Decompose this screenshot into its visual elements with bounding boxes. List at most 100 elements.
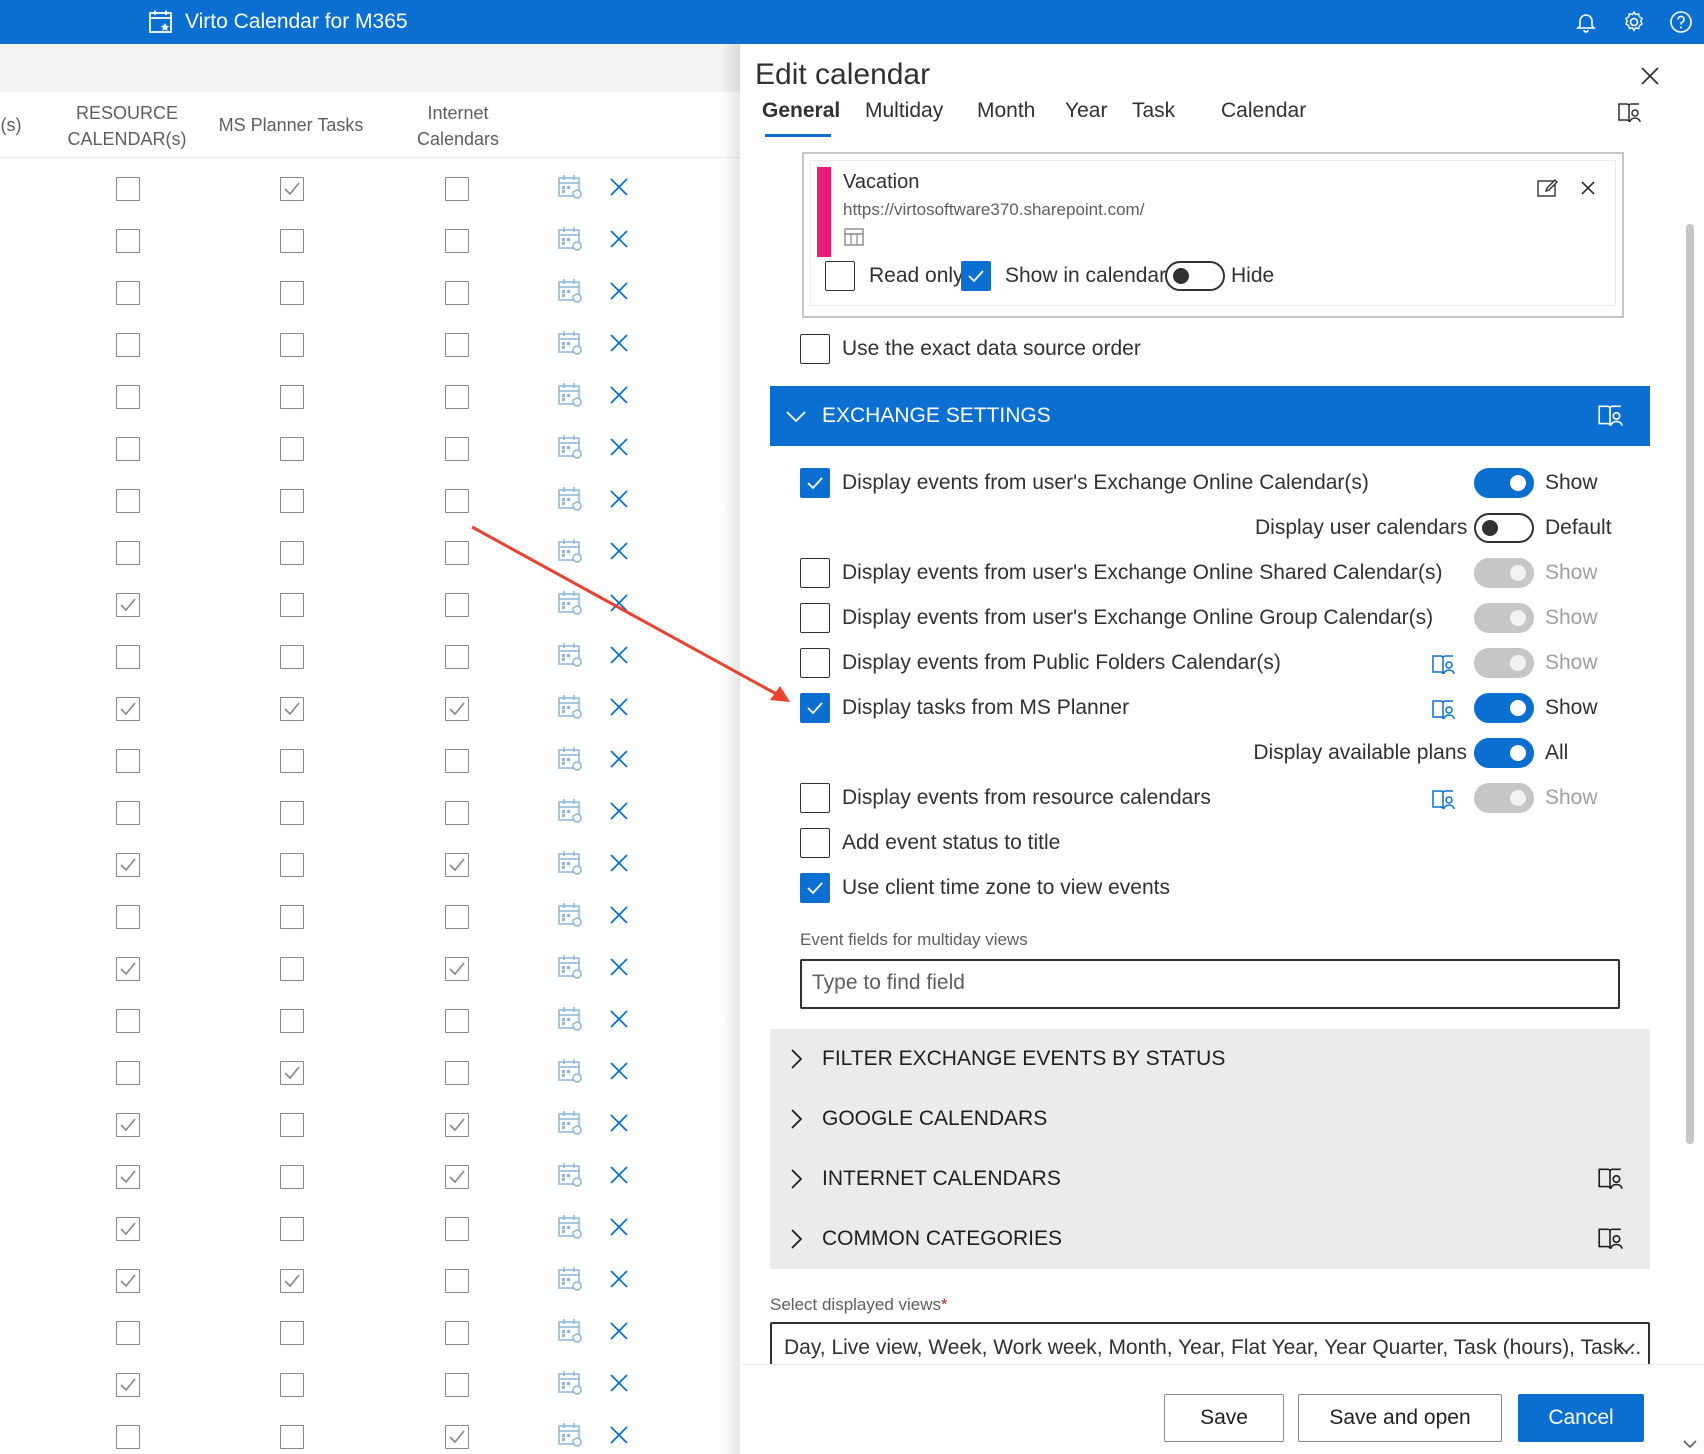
remove-row-icon[interactable]: [607, 799, 631, 823]
remove-row-icon[interactable]: [607, 1163, 631, 1187]
ms-planner-checkbox[interactable]: [280, 177, 304, 201]
internet-calendar-checkbox[interactable]: [445, 1165, 469, 1189]
calendar-settings-icon[interactable]: [556, 1005, 584, 1033]
internet-calendar-checkbox[interactable]: [445, 593, 469, 617]
ms-planner-checkbox[interactable]: [280, 1373, 304, 1397]
ms-planner-checkbox[interactable]: [280, 437, 304, 461]
ms-planner-checkbox[interactable]: [280, 1061, 304, 1085]
ms-planner-checkbox[interactable]: [280, 749, 304, 773]
gear-icon[interactable]: [1619, 7, 1649, 37]
internet-calendar-checkbox[interactable]: [445, 1061, 469, 1085]
ms-planner-checkbox[interactable]: [280, 281, 304, 305]
internet-calendar-checkbox[interactable]: [445, 1009, 469, 1033]
save-button[interactable]: Save: [1164, 1394, 1284, 1442]
exchange-group-calendars-toggle[interactable]: [1474, 603, 1534, 633]
edit-icon[interactable]: [1535, 175, 1561, 201]
column-header-internet-calendars[interactable]: Internet Calendars: [400, 100, 516, 152]
exact-order-checkbox[interactable]: [800, 334, 830, 364]
exchange-shared-calendars-toggle[interactable]: [1474, 558, 1534, 588]
resource-calendar-checkbox[interactable]: [116, 177, 140, 201]
help-icon[interactable]: [1666, 7, 1696, 37]
resource-calendar-checkbox[interactable]: [116, 853, 140, 877]
tab-month[interactable]: Month: [977, 96, 1035, 126]
remove-row-icon[interactable]: [607, 383, 631, 407]
tab-general[interactable]: General: [762, 96, 840, 126]
show-in-calendar-checkbox[interactable]: [961, 261, 991, 291]
exchange-user-calendars-toggle[interactable]: [1474, 468, 1534, 498]
calendar-settings-icon[interactable]: [556, 1421, 584, 1449]
ms-planner-checkbox[interactable]: [280, 853, 304, 877]
event-fields-input[interactable]: Type to find field: [800, 959, 1620, 1009]
remove-row-icon[interactable]: [607, 643, 631, 667]
resource-calendar-checkbox[interactable]: [116, 437, 140, 461]
remove-source-icon[interactable]: [1577, 177, 1599, 199]
ms-planner-checkbox[interactable]: [280, 905, 304, 929]
ms-planner-checkbox[interactable]: [280, 697, 304, 721]
internet-calendar-checkbox[interactable]: [445, 177, 469, 201]
ms-planner-checkbox[interactable]: [800, 693, 830, 723]
tab-calendar[interactable]: Calendar: [1221, 96, 1306, 126]
internet-calendar-checkbox[interactable]: [445, 749, 469, 773]
resource-calendar-checkbox[interactable]: [116, 645, 140, 669]
calendar-settings-icon[interactable]: [556, 641, 584, 669]
tab-year[interactable]: Year: [1065, 96, 1107, 126]
internet-calendar-checkbox[interactable]: [445, 333, 469, 357]
hide-toggle[interactable]: [1165, 261, 1225, 291]
exchange-settings-header[interactable]: EXCHANGE SETTINGS: [770, 386, 1650, 446]
resource-calendar-checkbox[interactable]: [116, 1217, 140, 1241]
remove-row-icon[interactable]: [607, 695, 631, 719]
calendar-settings-icon[interactable]: [556, 537, 584, 565]
calendar-settings-icon[interactable]: [556, 1369, 584, 1397]
internet-calendar-checkbox[interactable]: [445, 697, 469, 721]
remove-row-icon[interactable]: [607, 1059, 631, 1083]
resource-calendar-checkbox[interactable]: [116, 749, 140, 773]
ms-planner-checkbox[interactable]: [280, 1113, 304, 1137]
remove-row-icon[interactable]: [607, 487, 631, 511]
internet-calendar-checkbox[interactable]: [445, 905, 469, 929]
internet-calendar-checkbox[interactable]: [445, 437, 469, 461]
calendar-settings-icon[interactable]: [556, 849, 584, 877]
internet-calendar-checkbox[interactable]: [445, 801, 469, 825]
display-user-calendars-toggle[interactable]: [1474, 513, 1534, 543]
resource-calendar-checkbox[interactable]: [116, 1061, 140, 1085]
read-only-checkbox[interactable]: [825, 261, 855, 291]
ms-planner-checkbox[interactable]: [280, 1269, 304, 1293]
resource-calendar-checkbox[interactable]: [116, 801, 140, 825]
scrollbar[interactable]: [1686, 224, 1694, 1144]
column-header-ms-planner-tasks[interactable]: MS Planner Tasks: [206, 112, 376, 138]
client-timezone-checkbox[interactable]: [800, 873, 830, 903]
ms-planner-toggle[interactable]: [1474, 693, 1534, 723]
calendar-settings-icon[interactable]: [556, 797, 584, 825]
calendar-settings-icon[interactable]: [556, 1057, 584, 1085]
ms-planner-checkbox[interactable]: [280, 1217, 304, 1241]
bell-icon[interactable]: [1571, 7, 1601, 37]
resource-calendar-checkbox[interactable]: [116, 1113, 140, 1137]
remove-row-icon[interactable]: [607, 1215, 631, 1239]
calendar-settings-icon[interactable]: [556, 693, 584, 721]
tab-task[interactable]: Task: [1132, 96, 1175, 126]
remove-row-icon[interactable]: [607, 279, 631, 303]
ms-planner-checkbox[interactable]: [280, 1009, 304, 1033]
internet-calendar-checkbox[interactable]: [445, 1217, 469, 1241]
remove-row-icon[interactable]: [607, 955, 631, 979]
calendar-settings-icon[interactable]: [556, 589, 584, 617]
calendar-settings-icon[interactable]: [556, 381, 584, 409]
remove-row-icon[interactable]: [607, 1267, 631, 1291]
resource-calendar-checkbox[interactable]: [116, 1425, 140, 1449]
exchange-user-calendars-checkbox[interactable]: [800, 468, 830, 498]
resource-calendars-toggle[interactable]: [1474, 783, 1534, 813]
calendar-settings-icon[interactable]: [556, 953, 584, 981]
resource-calendar-checkbox[interactable]: [116, 593, 140, 617]
cancel-button[interactable]: Cancel: [1518, 1394, 1644, 1442]
ms-planner-checkbox[interactable]: [280, 801, 304, 825]
resource-calendar-checkbox[interactable]: [116, 1009, 140, 1033]
ms-planner-checkbox[interactable]: [280, 541, 304, 565]
ms-planner-checkbox[interactable]: [280, 333, 304, 357]
ms-planner-checkbox[interactable]: [280, 957, 304, 981]
close-icon[interactable]: [1636, 62, 1664, 90]
internet-calendar-checkbox[interactable]: [445, 541, 469, 565]
available-plans-toggle[interactable]: [1474, 738, 1534, 768]
resource-calendar-checkbox[interactable]: [116, 229, 140, 253]
common-categories-section[interactable]: COMMON CATEGORIES: [770, 1209, 1650, 1269]
resource-calendar-checkbox[interactable]: [116, 905, 140, 929]
